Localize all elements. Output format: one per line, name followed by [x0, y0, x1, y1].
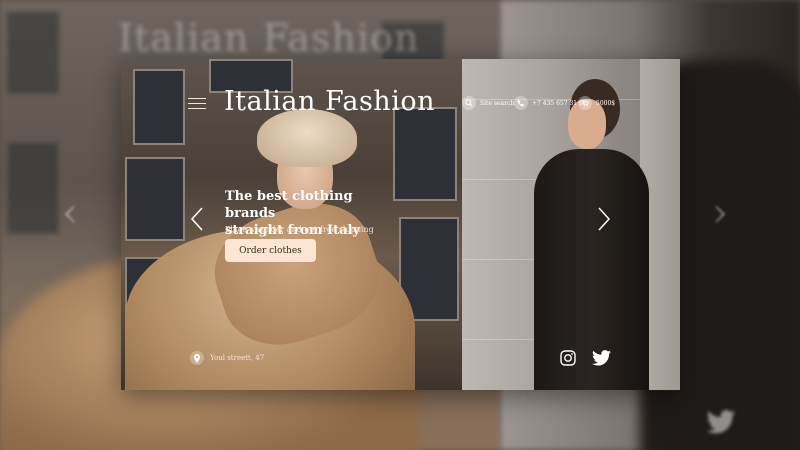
address: Youl streett, 47 — [190, 351, 264, 365]
search-icon — [462, 96, 476, 110]
phone-link[interactable]: +7 435 657 31 92 — [514, 96, 587, 110]
hero-headline-line1: The best clothing brands — [225, 189, 353, 221]
cart-icon — [578, 96, 592, 110]
site-search-label: Site search — [480, 99, 515, 107]
background-chevron-right-icon: › — [712, 190, 728, 236]
menu-icon[interactable] — [188, 98, 206, 110]
instagram-icon[interactable] — [560, 350, 576, 366]
site-title: Italian Fashion — [224, 86, 435, 117]
background-twitter-icon — [706, 410, 736, 434]
background-title: Italian Fashion — [118, 16, 420, 60]
hero-subtext: Place an order and get free shipping — [225, 225, 374, 234]
twitter-icon[interactable] — [592, 350, 611, 366]
order-clothes-button[interactable]: Order clothes — [225, 239, 316, 262]
phone-icon — [514, 96, 528, 110]
cart-amount: 5000$ — [596, 99, 616, 107]
chevron-left-icon[interactable] — [190, 206, 204, 232]
address-text: Youl streett, 47 — [210, 354, 265, 362]
cart-link[interactable]: 5000$ — [578, 96, 615, 110]
location-pin-icon — [190, 351, 204, 365]
chevron-right-icon[interactable] — [597, 206, 611, 232]
background-chevron-left-icon: ‹ — [62, 190, 78, 236]
site-search[interactable]: Site search — [462, 96, 514, 110]
